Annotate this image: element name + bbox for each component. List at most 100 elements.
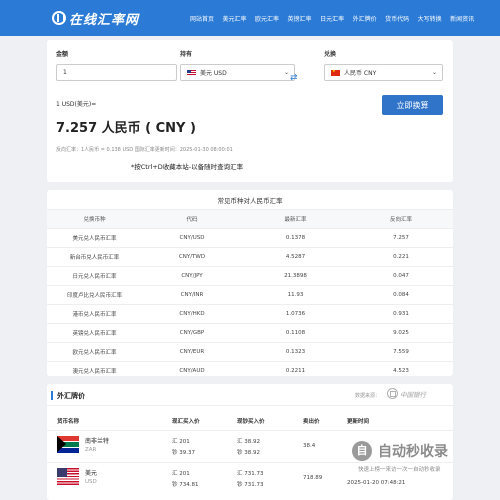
table-row[interactable]: 英镑兑人民币汇率 CNY/GBP 0.1108 9.025 — [47, 323, 453, 343]
rate-latest: 11.93 — [242, 285, 349, 305]
exchange-label: 兑换 — [324, 51, 337, 58]
exchange-currency-value: 人民币 CNY — [344, 70, 377, 77]
table-row[interactable]: 新台币兑人民币汇率 CNY/TWD 4.5287 0.221 — [47, 247, 453, 267]
rate-pair[interactable]: 澳元兑人民币汇率 — [47, 361, 142, 381]
chevron-down-icon: ⌄ — [431, 69, 437, 76]
col-code: 代码 — [142, 209, 242, 229]
rate-pair[interactable]: 美元兑人民币汇率 — [47, 228, 142, 248]
col-currency-name: 货币名称 — [57, 419, 80, 425]
rate-reverse: 7.559 — [349, 342, 453, 362]
currency-code: ZAR — [85, 447, 97, 453]
rate-reverse: 0.931 — [349, 304, 453, 324]
rate-latest: 0.1378 — [242, 228, 349, 248]
rate-code: CNY/JPY — [142, 266, 242, 286]
us-flag-icon — [187, 69, 196, 76]
fx-sell-value: 汇 731.73 — [237, 471, 264, 477]
rate-reverse: 0.084 — [349, 285, 453, 305]
rate-pair[interactable]: 英镑兑人民币汇率 — [47, 323, 142, 343]
rate-code: CNY/AUD — [142, 361, 242, 381]
rate-code: CNY/EUR — [142, 342, 242, 362]
rates-title: 常见币种对人民币汇率 — [217, 197, 283, 205]
rate-pair[interactable]: 新台币兑人民币汇率 — [47, 247, 142, 267]
nav-item-gbp[interactable]: 英镑汇率 — [288, 14, 312, 23]
converter-panel: 金额 1 持有 美元 USD ⌄ ⇄ 兑换 人民币 CNY ⌄ 1 USD(美元… — [47, 40, 453, 182]
rates-table: 兑换币种 代码 最新汇率 反向汇率 美元兑人民币汇率 CNY/USD 0.1378 7… — [47, 209, 453, 381]
rate-pair[interactable]: 港币兑人民币汇率 — [47, 304, 142, 324]
col-update-time: 更新时间 — [347, 419, 370, 425]
rate-pair[interactable]: 欧元兑人民币汇率 — [47, 342, 142, 362]
nav-item-news[interactable]: 新闻资讯 — [450, 14, 474, 23]
table-row[interactable]: 日元兑人民币汇率 CNY/JPY 21.3898 0.047 — [47, 266, 453, 286]
table-row[interactable]: 港币兑人民币汇率 CNY/HKD 1.0736 0.931 — [47, 304, 453, 324]
swap-icon[interactable]: ⇄ — [290, 73, 298, 83]
site-logo[interactable]: 在线汇率网 — [52, 9, 140, 28]
reverse-rate-line: 反向汇率：1人民币 = 0.138 USD 国际汇率更新时间：2025-01-3… — [56, 147, 233, 153]
south-africa-flag-icon — [57, 436, 79, 453]
have-label: 持有 — [180, 51, 193, 58]
cash-sell-value: 钞 731.73 — [237, 482, 264, 488]
exchange-currency-select[interactable]: 人民币 CNY ⌄ — [324, 64, 443, 81]
rate-reverse: 0.047 — [349, 266, 453, 286]
us-flag-icon — [57, 468, 79, 485]
watermark-badge-icon: 自 — [352, 441, 372, 461]
cn-flag-icon — [331, 68, 340, 76]
watermark-subtext: 快速上榜一来访一次一自动秒收录 — [358, 467, 441, 473]
rates-header-row: 兑换币种 代码 最新汇率 反向汇率 — [47, 209, 453, 229]
nav-item-codes[interactable]: 货币代码 — [385, 14, 409, 23]
watermark-text: 自动秒收录 — [378, 444, 448, 460]
table-row[interactable]: 美元兑人民币汇率 CNY/USD 0.1378 7.257 — [47, 228, 453, 248]
amount-input[interactable]: 1 — [56, 64, 177, 81]
rate-code: CNY/HKD — [142, 304, 242, 324]
rate-latest: 21.3898 — [242, 266, 349, 286]
logo-text: 在线汇率网 — [69, 12, 140, 28]
mid-value: 718.89 — [303, 475, 323, 481]
logo-icon — [52, 11, 66, 25]
update-time: 2025-01-20 07:48:21 — [347, 480, 406, 486]
convert-button[interactable]: 立即换算 — [382, 95, 443, 115]
chevron-down-icon: ⌄ — [283, 69, 289, 76]
have-currency-select[interactable]: 美元 USD ⌄ — [180, 64, 295, 81]
nav-item-quotes[interactable]: 外汇牌价 — [353, 14, 377, 23]
nav-item-usd[interactable]: 美元汇率 — [223, 14, 247, 23]
rate-latest: 0.1323 — [242, 342, 349, 362]
currency-name[interactable]: 美元 — [85, 468, 97, 477]
rate-code: CNY/GBP — [142, 323, 242, 343]
rate-latest: 0.2211 — [242, 361, 349, 381]
site-header: 在线汇率网 网站首页 美元汇率 欧元汇率 英镑汇率 日元汇率 外汇牌价 货币代码… — [0, 0, 500, 36]
rate-pair[interactable]: 印度卢比兑人民币汇率 — [47, 285, 142, 305]
col-fx-buy: 现汇买入价 — [172, 419, 200, 425]
fx-buy-value: 汇 201 — [172, 471, 190, 477]
have-currency-value: 美元 USD — [200, 70, 227, 77]
currency-name[interactable]: 南非兰特 — [85, 436, 109, 445]
table-row[interactable]: 印度卢比兑人民币汇率 CNY/INR 11.93 0.084 — [47, 285, 453, 305]
bookmark-tip: *按Ctrl+D收藏本站-以备随时查询汇率 — [131, 163, 244, 171]
bank-name: 中国银行 — [400, 390, 426, 399]
rate-latest: 1.0736 — [242, 304, 349, 324]
currency-code: USD — [85, 479, 97, 485]
rate-reverse: 9.025 — [349, 323, 453, 343]
fx-sell-value: 汇 38.92 — [237, 439, 260, 445]
quotes-header: 外汇牌价 数据来源： 中国银行 — [47, 384, 453, 406]
fx-buy-value: 汇 201 — [172, 439, 190, 445]
main-nav: 网站首页 美元汇率 欧元汇率 英镑汇率 日元汇率 外汇牌价 货币代码 大写转换 … — [190, 0, 483, 36]
watermark: 自 自动秒收录 快速上榜一来访一次一自动秒收录 — [352, 438, 492, 478]
rate-code: CNY/INR — [142, 285, 242, 305]
col-cash-buy: 现钞买入价 — [237, 419, 265, 425]
nav-item-uppercase[interactable]: 大写转换 — [418, 14, 442, 23]
rate-latest: 0.1108 — [242, 323, 349, 343]
table-row[interactable]: 澳元兑人民币汇率 CNY/AUD 0.2211 4.523 — [47, 361, 453, 381]
rate-reverse: 7.257 — [349, 228, 453, 248]
col-currency: 兑换币种 — [47, 209, 142, 229]
nav-item-home[interactable]: 网站首页 — [190, 14, 214, 23]
nav-item-jpy[interactable]: 日元汇率 — [320, 14, 344, 23]
table-row[interactable]: 欧元兑人民币汇率 CNY/EUR 0.1323 7.559 — [47, 342, 453, 362]
rate-pair[interactable]: 日元兑人民币汇率 — [47, 266, 142, 286]
from-amount-line: 1 USD(美元)= — [56, 101, 97, 108]
nav-item-eur[interactable]: 欧元汇率 — [255, 14, 279, 23]
col-sell: 卖出价 — [303, 419, 320, 425]
data-source-label: 数据来源： — [355, 393, 381, 399]
common-rates-panel: 常见币种对人民币汇率 兑换币种 代码 最新汇率 反向汇率 美元兑人民币汇率 CNY… — [47, 190, 453, 381]
title-accent-bar — [51, 391, 53, 400]
bank-logo-icon — [387, 388, 398, 399]
conversion-result: 7.257 人民币 ( CNY ) — [56, 121, 196, 136]
